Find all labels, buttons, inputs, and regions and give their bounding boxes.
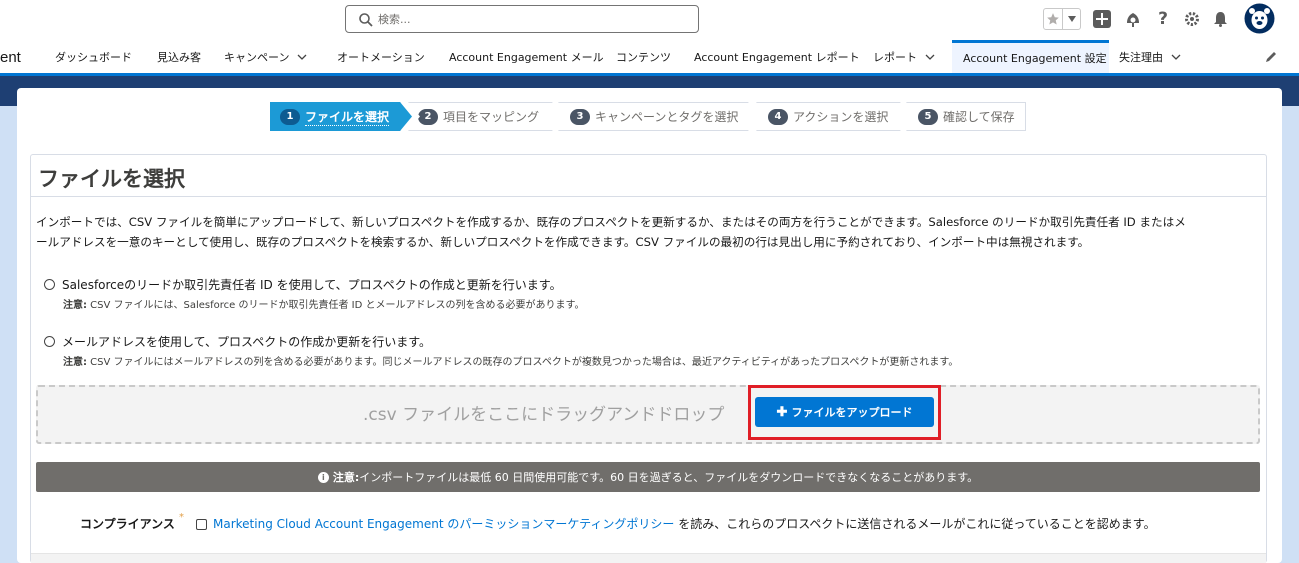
favorites-group[interactable] [1043, 8, 1081, 30]
setup-gear-icon[interactable] [1182, 7, 1202, 31]
note-prefix: 注意: [63, 357, 87, 368]
nav-item-ae-email[interactable]: Account Engagement メール [449, 40, 604, 73]
step-label: 項目をマッピング [443, 110, 540, 124]
app-name: ent [0, 49, 21, 66]
intro-line: ールアドレスを一意のキーとして使用し、既存のプロスペクトを検索するか、新しいプロ… [36, 235, 1090, 249]
chevron-down-icon[interactable] [297, 52, 307, 62]
info-icon: i [317, 471, 329, 483]
nav-item-campaigns[interactable]: キャンペーン [224, 40, 307, 73]
nav-item-label: オートメーション [337, 50, 425, 64]
nav-item-ae-settings[interactable]: Account Engagement 設定 [952, 40, 1109, 73]
trailhead-icon[interactable] [1122, 7, 1144, 31]
nav-item-lost-reasons[interactable]: 失注理由 [1119, 40, 1181, 73]
nav-item-label: キャンペーン [224, 50, 290, 64]
step-label: キャンペーンとタグを選択 [595, 110, 739, 124]
step-number: 3 [570, 108, 590, 125]
add-icon[interactable] [1092, 7, 1112, 31]
compliance-checkbox[interactable] [196, 519, 207, 530]
step-label: 確認して保存 [943, 110, 1015, 124]
panel-title: ファイルを選択 [38, 167, 185, 191]
option-note: 注意: CSV ファイルには、Salesforce のリードか取引先責任者 ID… [63, 296, 585, 311]
search-icon [359, 13, 373, 27]
step-campaign-tags[interactable]: 3 キャンペーンとタグを選択 [558, 102, 760, 131]
step-map-fields[interactable]: 2 項目をマッピング [408, 102, 564, 131]
nav-item-automation[interactable]: オートメーション [337, 40, 425, 73]
warning-text: インポートファイルは最低 60 日間使用可能です。60 日を過ぎると、ファイルを… [359, 471, 979, 484]
retention-warning-bar: i 注意: インポートファイルは最低 60 日間使用可能です。60 日を過ぎると… [36, 462, 1260, 492]
nav-item-label: コンテンツ [616, 50, 671, 64]
nav-item-label: Account Engagement レポート [694, 50, 860, 64]
chevron-down-icon[interactable] [1171, 52, 1181, 62]
note-text: CSV ファイルにはメールアドレスの列を含める必要があります。同じメールアドレス… [87, 357, 959, 368]
nav-item-reports[interactable]: レポート [873, 40, 935, 73]
note-prefix: 注意: [63, 300, 87, 311]
divider [31, 196, 1266, 197]
nav-item-dashboard[interactable]: ダッシュボード [55, 40, 132, 73]
chevron-down-icon[interactable] [925, 52, 935, 62]
notification-bell-icon[interactable] [1210, 7, 1230, 31]
required-asterisk: * [179, 512, 184, 523]
radio-button[interactable] [44, 336, 55, 347]
compliance-text: Marketing Cloud Account Engagement のパーミッ… [213, 515, 1156, 532]
warning-prefix: 注意: [332, 471, 360, 484]
option-label: メールアドレスを使用して、プロスペクトの作成か更新を行います。 [62, 335, 432, 349]
nav-item-prospects[interactable]: 見込み客 [157, 40, 201, 73]
nav-item-label: 失注理由 [1119, 50, 1163, 64]
search-input[interactable] [378, 9, 688, 29]
avatar[interactable] [1244, 3, 1275, 34]
permission-marketing-policy-link[interactable]: Marketing Cloud Account Engagement のパーミッ… [213, 517, 674, 531]
step-number: 2 [418, 108, 438, 125]
compliance-label: コンプライアンス [80, 517, 175, 531]
global-header: ? [0, 0, 1299, 40]
step-label: ファイルを選択 [305, 109, 390, 126]
nav-item-ae-reports[interactable]: Account Engagement レポート [694, 40, 860, 73]
global-search[interactable] [345, 5, 699, 33]
intro-line: インポートでは、CSV ファイルを簡単にアップロードして、新しいプロスペクトを作… [36, 215, 1186, 229]
nav-item-label: ダッシュボード [55, 50, 132, 64]
step-number: 4 [768, 108, 788, 125]
compliance-statement: を読み、これらのプロスペクトに送信されるメールがこれに従っていることを認めます。 [674, 517, 1156, 531]
option-salesforce-id[interactable]: Salesforceのリードか取引先責任者 ID を使用して、プロスペクトの作成… [44, 276, 562, 293]
favorites-dropdown-icon[interactable] [1063, 9, 1080, 29]
note-text: CSV ファイルには、Salesforce のリードか取引先責任者 ID とメー… [87, 300, 585, 311]
step-label: アクションを選択 [793, 110, 889, 124]
panel-footer [31, 553, 1266, 563]
nav-item-label: レポート [873, 50, 917, 64]
star-icon[interactable] [1044, 9, 1063, 29]
step-number: 5 [918, 108, 938, 125]
highlight-box [748, 385, 941, 440]
nav-item-label: Account Engagement メール [449, 50, 604, 64]
nav-item-label: Account Engagement 設定 [963, 52, 1107, 65]
dropzone-text: .csv ファイルをここにドラッグアンドドロップ [363, 405, 725, 425]
intro-text: インポートでは、CSV ファイルを簡単にアップロードして、新しいプロスペクトを作… [36, 212, 1256, 252]
nav-item-label: 見込み客 [157, 50, 201, 64]
option-email[interactable]: メールアドレスを使用して、プロスペクトの作成か更新を行います。 [44, 333, 431, 350]
edit-nav-pencil-icon[interactable] [1264, 50, 1278, 64]
nav-item-content[interactable]: コンテンツ [616, 40, 671, 73]
step-select-action[interactable]: 4 アクションを選択 [756, 102, 912, 131]
option-label: Salesforceのリードか取引先責任者 ID を使用して、プロスペクトの作成… [62, 278, 562, 292]
option-note: 注意: CSV ファイルにはメールアドレスの列を含める必要があります。同じメール… [63, 353, 958, 368]
step-number: 1 [280, 108, 300, 125]
help-icon[interactable]: ? [1154, 7, 1172, 31]
app-navigation-bar: ent ダッシュボード 見込み客 キャンペーン オートメーション Account… [0, 40, 1299, 76]
step-select-file[interactable]: 1 ファイルを選択 [270, 102, 412, 131]
step-confirm-save[interactable]: 5 確認して保存 [906, 102, 1026, 131]
radio-button[interactable] [44, 279, 55, 290]
